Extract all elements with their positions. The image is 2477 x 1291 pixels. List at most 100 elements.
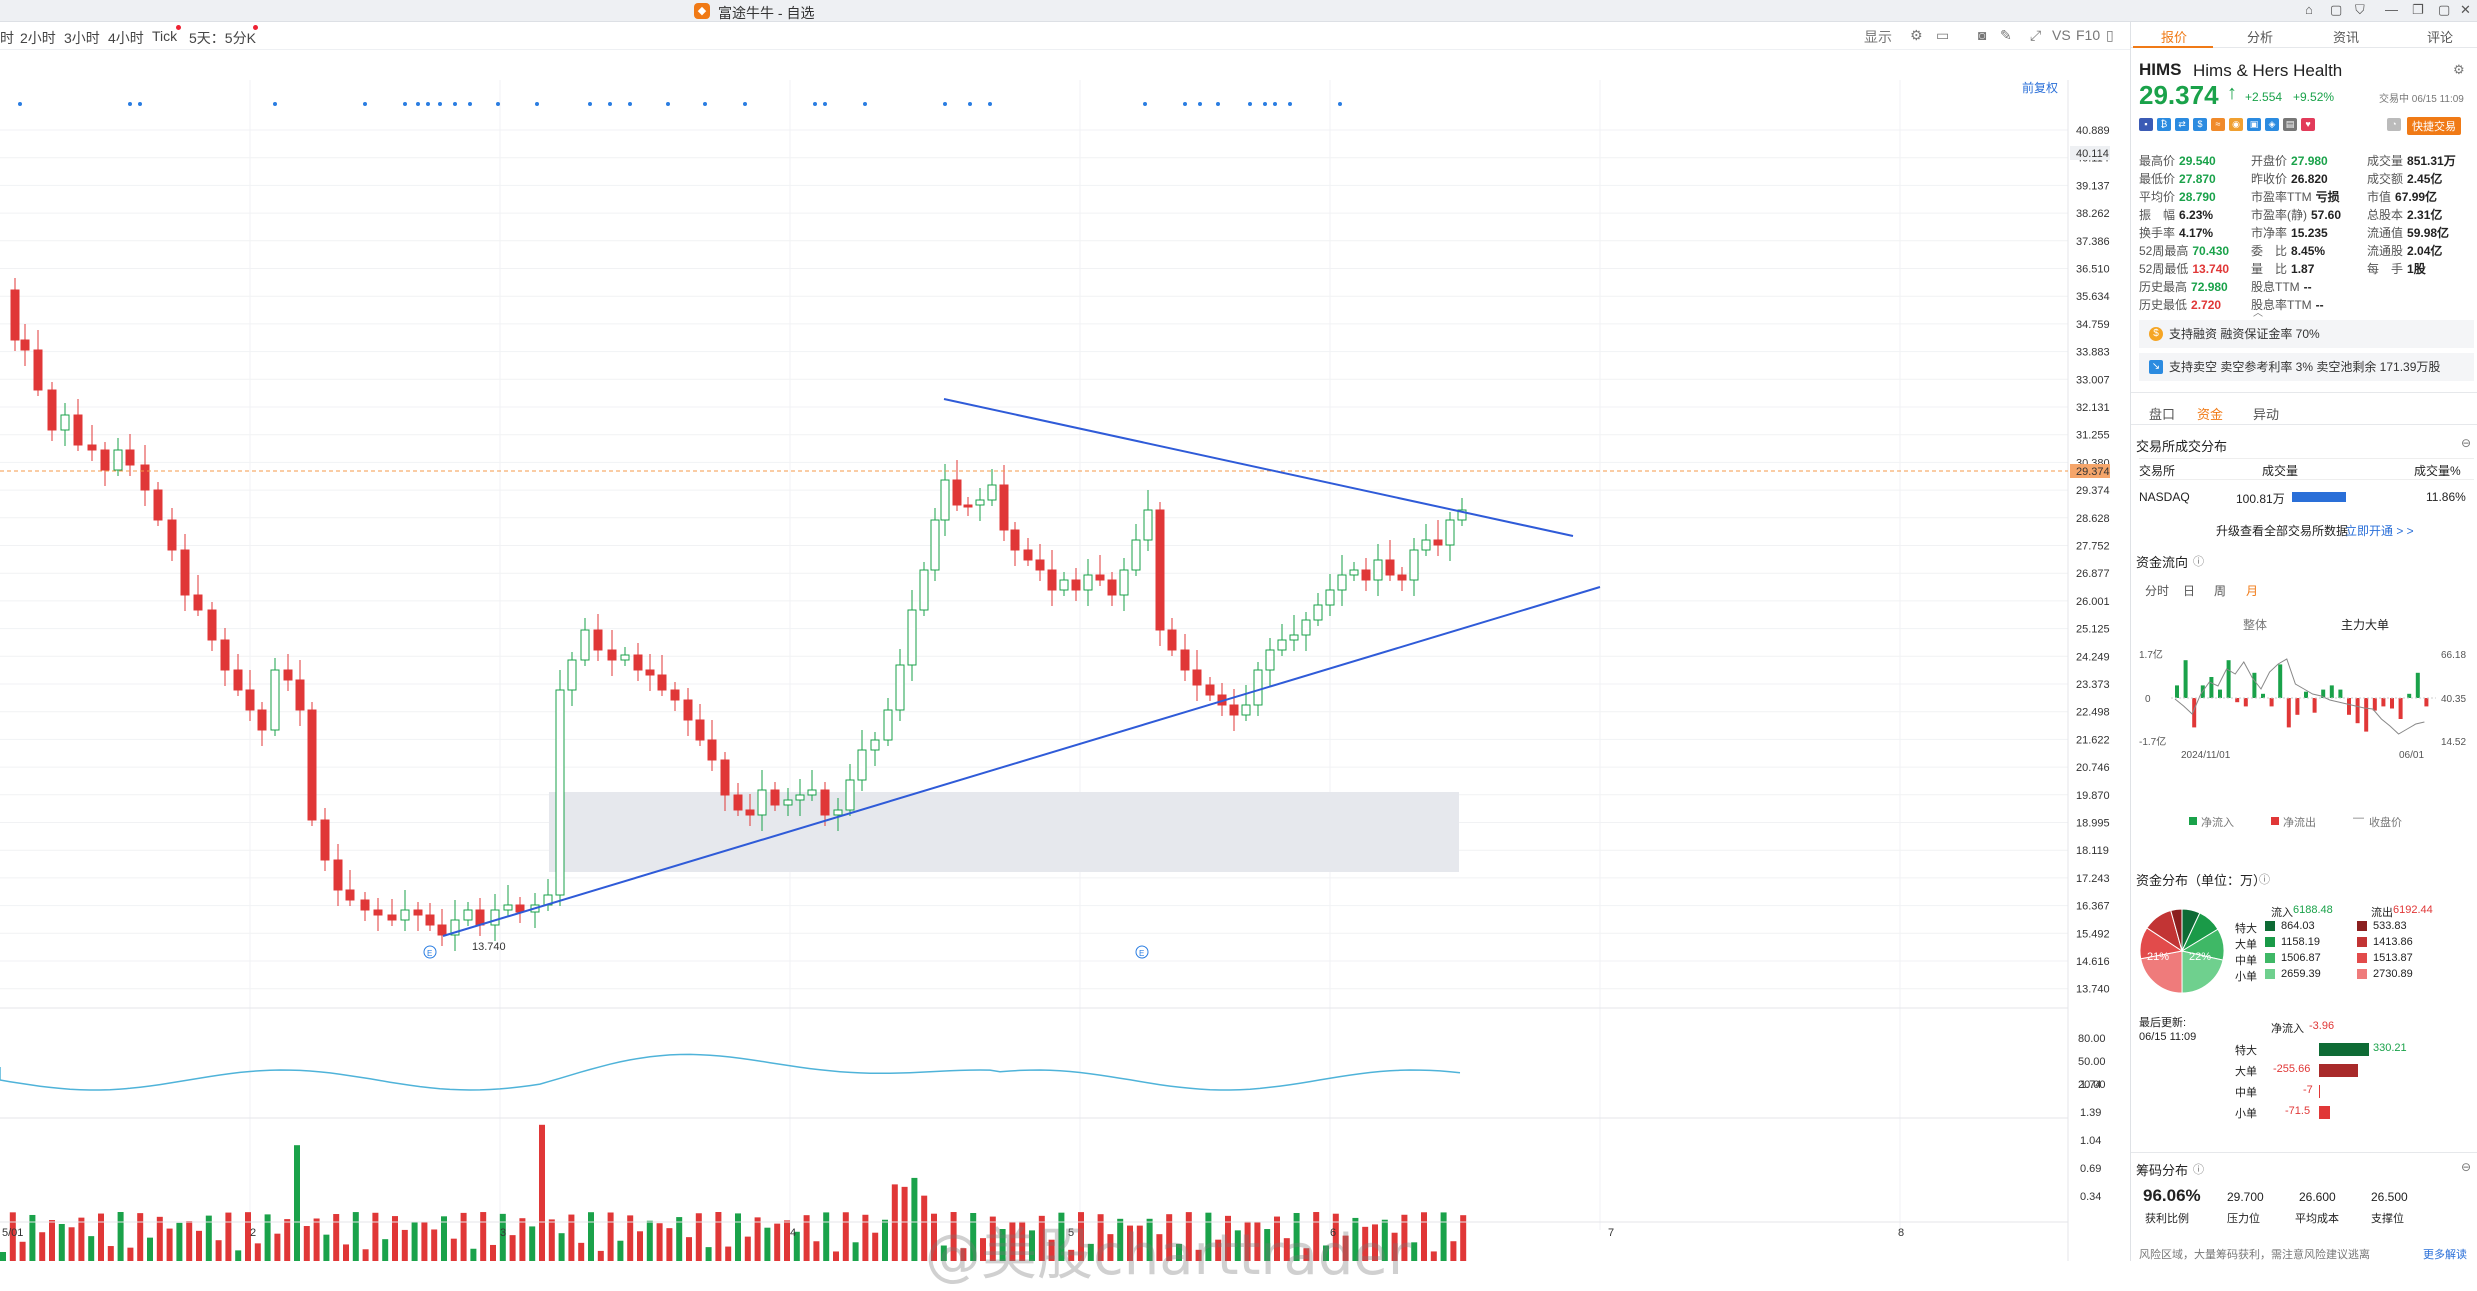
resistance-trendline[interactable] bbox=[943, 398, 1574, 537]
chart-pane[interactable]: 40.889 40.114 39.137 38.262 37.386 36.510 35.6… bbox=[0, 50, 2130, 1288]
event-dot[interactable] bbox=[128, 102, 132, 106]
settings-icon[interactable]: ⚙ bbox=[1910, 27, 1923, 44]
flow-period-week[interactable]: 周 bbox=[2214, 582, 2226, 599]
event-dot[interactable] bbox=[453, 102, 457, 106]
f10-button[interactable]: F10 bbox=[2076, 27, 2100, 43]
event-dot[interactable] bbox=[1198, 102, 1202, 106]
event-dot[interactable] bbox=[588, 102, 592, 106]
tab-movement[interactable]: 异动 bbox=[2253, 404, 2279, 423]
tf-2h[interactable]: 2小时 bbox=[20, 28, 56, 48]
stat-row: 每 手 1股 bbox=[2367, 260, 2456, 278]
camera-icon[interactable]: ◙ bbox=[1978, 27, 1986, 43]
badge-icon-3[interactable]: $ bbox=[2193, 118, 2207, 131]
event-dot[interactable] bbox=[823, 102, 827, 106]
event-dot[interactable] bbox=[138, 102, 142, 106]
restore-rights-toggle[interactable]: 前复权 bbox=[2022, 80, 2058, 95]
margin-info[interactable]: $ 支持融资 融资保证金率 70% bbox=[2139, 320, 2474, 348]
lock-icon[interactable]: ▢ bbox=[2330, 2, 2342, 18]
draw-icon[interactable]: ✎ bbox=[2000, 27, 2012, 44]
flow-period-month[interactable]: 月 bbox=[2246, 582, 2258, 599]
event-dot[interactable] bbox=[988, 102, 992, 106]
event-dot[interactable] bbox=[703, 102, 707, 106]
flow-left-tick-1: 1.7亿 bbox=[2139, 648, 2163, 661]
event-dot[interactable] bbox=[1248, 102, 1252, 106]
collapse-icon[interactable]: ⊖ bbox=[2461, 436, 2471, 450]
event-dot[interactable] bbox=[1216, 102, 1220, 106]
flow-subtab-main[interactable]: 主力大单 bbox=[2341, 616, 2389, 633]
alert-icon[interactable]: ◔ bbox=[2387, 118, 2401, 131]
badge-icon-2[interactable]: ⇄ bbox=[2175, 118, 2189, 131]
tf-hour[interactable]: 时 bbox=[0, 28, 14, 48]
event-dot[interactable] bbox=[743, 102, 747, 106]
dist-row-label: 小单 bbox=[2235, 971, 2257, 983]
support-trendline[interactable] bbox=[442, 586, 1601, 937]
badge-icon-6[interactable]: ▣ bbox=[2247, 118, 2261, 131]
event-dot[interactable] bbox=[1183, 102, 1187, 106]
event-dot[interactable] bbox=[1143, 102, 1147, 106]
quick-trade-button[interactable]: 快捷交易 bbox=[2407, 117, 2461, 135]
event-dot[interactable] bbox=[1263, 102, 1267, 106]
favorite-icon[interactable]: ♥ bbox=[2301, 118, 2315, 131]
event-dot[interactable] bbox=[416, 102, 420, 106]
tf-3h[interactable]: 3小时 bbox=[64, 28, 100, 48]
event-dot[interactable] bbox=[863, 102, 867, 106]
badge-icon-1[interactable]: ₿ bbox=[2157, 118, 2171, 131]
restore-icon[interactable]: ❐ bbox=[2412, 2, 2424, 18]
event-dot[interactable] bbox=[438, 102, 442, 106]
layout-icon[interactable]: ▭ bbox=[1936, 27, 1949, 44]
collapse-icon[interactable]: ⊖ bbox=[2461, 1160, 2471, 1174]
close-icon[interactable]: ✕ bbox=[2460, 2, 2471, 18]
short-info[interactable]: ↘ 支持卖空 卖空参考利率 3% 卖空池剩余 171.39万股 bbox=[2139, 353, 2474, 381]
shirt-icon[interactable]: ⛉ bbox=[2355, 2, 2365, 18]
badge-icon-5[interactable]: ◉ bbox=[2229, 118, 2243, 131]
vs-button[interactable]: VS bbox=[2052, 27, 2071, 43]
sidebar-toggle-icon[interactable]: ▯ bbox=[2106, 27, 2114, 44]
collapse-chevron-icon[interactable]: ︿ bbox=[2253, 304, 2263, 319]
event-dot[interactable] bbox=[628, 102, 632, 106]
flow-period-intraday[interactable]: 分时 bbox=[2145, 582, 2169, 599]
event-dot[interactable] bbox=[426, 102, 430, 106]
tf-tick[interactable]: Tick bbox=[152, 28, 177, 44]
badge-icon-4[interactable]: ≈ bbox=[2211, 118, 2225, 131]
event-dot[interactable] bbox=[363, 102, 367, 106]
event-dot[interactable] bbox=[403, 102, 407, 106]
event-dot[interactable] bbox=[1288, 102, 1292, 106]
display-menu[interactable]: 显示 bbox=[1864, 27, 1892, 47]
event-dot[interactable] bbox=[666, 102, 670, 106]
tf-4h[interactable]: 4小时 bbox=[108, 28, 144, 48]
event-dot[interactable] bbox=[273, 102, 277, 106]
tab-comments[interactable]: 评论 bbox=[2427, 27, 2453, 46]
upgrade-link[interactable]: 立即开通 > > bbox=[2345, 522, 2414, 539]
tab-capital[interactable]: 资金 bbox=[2197, 404, 2223, 423]
flow-period-day[interactable]: 日 bbox=[2183, 582, 2195, 599]
flow-subtab-overall[interactable]: 整体 bbox=[2243, 616, 2267, 633]
event-dot[interactable] bbox=[496, 102, 500, 106]
candlestick-chart[interactable]: 40.889 40.114 39.137 38.262 37.386 36.510 35.6… bbox=[0, 50, 2130, 1261]
badge-icon-8[interactable]: ▤ bbox=[2283, 118, 2297, 131]
bell-icon[interactable]: ⌂ bbox=[2305, 2, 2313, 17]
maximize-icon[interactable]: ▢ bbox=[2438, 2, 2450, 18]
event-dot[interactable] bbox=[535, 102, 539, 106]
event-dot[interactable] bbox=[943, 102, 947, 106]
event-dot[interactable] bbox=[1338, 102, 1342, 106]
event-dot[interactable] bbox=[968, 102, 972, 106]
event-dot[interactable] bbox=[1273, 102, 1277, 106]
event-dot[interactable] bbox=[468, 102, 472, 106]
stat-row: 流通值 59.98亿 bbox=[2367, 224, 2456, 242]
event-dot[interactable] bbox=[813, 102, 817, 106]
minimize-icon[interactable]: — bbox=[2385, 2, 2398, 17]
info-icon[interactable]: ⓘ bbox=[2193, 553, 2204, 569]
event-dot[interactable] bbox=[608, 102, 612, 106]
tab-quote[interactable]: 报价 bbox=[2161, 27, 2187, 46]
badge-icon-7[interactable]: ◈ bbox=[2265, 118, 2279, 131]
tf-5day[interactable]: 5天：5分K bbox=[189, 28, 256, 48]
tab-analysis[interactable]: 分析 bbox=[2247, 27, 2273, 46]
settings-icon[interactable]: ⚙ bbox=[2453, 62, 2465, 78]
info-icon[interactable]: ⓘ bbox=[2193, 1161, 2204, 1177]
more-link[interactable]: 更多解读 bbox=[2423, 1246, 2467, 1262]
tab-orderbook[interactable]: 盘口 bbox=[2149, 404, 2175, 423]
tab-news[interactable]: 资讯 bbox=[2333, 27, 2359, 46]
event-dot[interactable] bbox=[18, 102, 22, 106]
fullscreen-icon[interactable]: ⤢ bbox=[2030, 27, 2041, 44]
info-icon[interactable]: ⓘ bbox=[2259, 871, 2270, 887]
